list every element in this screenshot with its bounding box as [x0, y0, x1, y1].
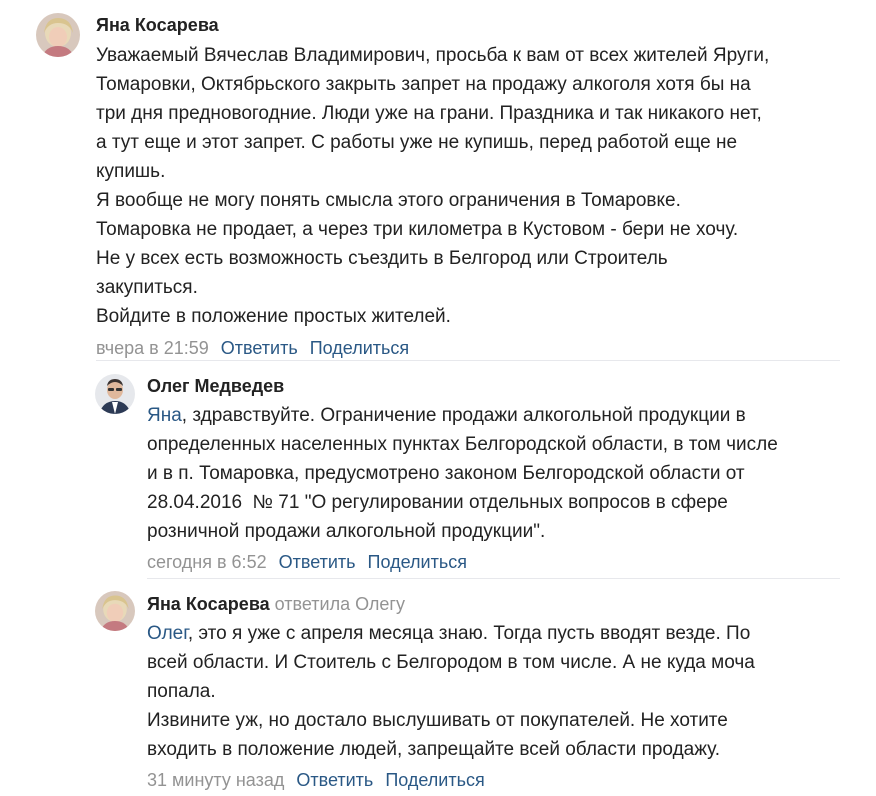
comment-line: Томаровка не продает, а через три киломе…	[96, 219, 739, 240]
comment-line: Войдите в положение простых жителей.	[96, 306, 451, 327]
comment-time[interactable]: сегодня в 6:52	[147, 552, 267, 572]
comment-line-text: , здравствуйте. Ограничение продажи алко…	[181, 405, 746, 426]
comment-text: Олег, это я уже с апреля месяца знаю. То…	[147, 619, 857, 764]
avatar[interactable]	[36, 13, 80, 57]
comment-line: всей области. И Стоитель с Белгородом в …	[147, 652, 755, 673]
comment-line: Олег, это я уже с апреля месяца знаю. То…	[147, 619, 857, 648]
avatar-photo-icon	[95, 374, 135, 414]
comment-line: розничной продажи алкогольной продукции"…	[147, 521, 546, 542]
reply-button[interactable]: Ответить	[296, 770, 373, 790]
avatar[interactable]	[95, 374, 135, 414]
comment-author[interactable]: Яна Косарева	[96, 14, 856, 36]
comment: Яна Косарева Уважаемый Вячеслав Владимир…	[96, 14, 856, 359]
reply-button[interactable]: Ответить	[221, 338, 298, 358]
comment-header: Яна Косарева ответила Олегу	[147, 593, 857, 615]
avatar-photo-icon	[36, 13, 80, 57]
comment-line: а тут еще и этот запрет. С работы уже не…	[96, 132, 738, 153]
comment-meta: 31 минуту назад Ответить Поделиться	[147, 769, 857, 791]
comment-line: Томаровки, Октябрьского закрыть запрет н…	[96, 74, 751, 95]
comment-time[interactable]: 31 минуту назад	[147, 770, 284, 790]
comment-line: Не у всех есть возможность съездить в Бе…	[96, 248, 668, 269]
reply-button[interactable]: Ответить	[279, 552, 356, 572]
comment-time[interactable]: вчера в 21:59	[96, 338, 209, 358]
avatar-photo-icon	[95, 591, 135, 631]
comment-meta: вчера в 21:59 Ответить Поделиться	[96, 337, 856, 359]
comment-line: Я вообще не могу понять смысла этого огр…	[96, 190, 681, 211]
comment-line-text: , это я уже с апреля месяца знаю. Тогда …	[187, 623, 751, 644]
comment-line: попала.	[147, 681, 216, 702]
comment-text: Яна, здравствуйте. Ограничение продажи а…	[147, 401, 857, 546]
comment-text: Уважаемый Вячеслав Владимирович, просьба…	[96, 41, 856, 331]
comment-line: закупиться.	[96, 277, 198, 298]
share-button[interactable]: Поделиться	[310, 338, 409, 358]
comment: Олег Медведев Яна, здравствуйте. Огранич…	[147, 375, 857, 573]
mention-link[interactable]: Олег	[147, 623, 188, 644]
comment: Яна Косарева ответила Олегу Олег, это я …	[147, 593, 857, 791]
comment-line: Извините уж, но достало выслушивать от п…	[147, 710, 728, 731]
comment-line: Уважаемый Вячеслав Владимирович, просьба…	[96, 45, 770, 66]
comment-line: три дня предновогодние. Люди уже на гран…	[96, 103, 762, 124]
comment-line: входить в положение людей, запрещайте вс…	[147, 739, 721, 760]
divider	[147, 578, 840, 579]
mention-link[interactable]: Яна	[147, 405, 182, 426]
comment-line: купишь.	[96, 161, 166, 182]
reply-to-label[interactable]: ответила Олегу	[275, 594, 405, 614]
share-button[interactable]: Поделиться	[385, 770, 484, 790]
divider	[96, 360, 840, 361]
avatar[interactable]	[95, 591, 135, 631]
comment-line: и в п. Томаровка, предусмотрено законом …	[147, 463, 745, 484]
comment-line: определенных населенных пунктах Белгород…	[147, 434, 778, 455]
share-button[interactable]: Поделиться	[368, 552, 467, 572]
comment-meta: сегодня в 6:52 Ответить Поделиться	[147, 551, 857, 573]
comment-line: Яна, здравствуйте. Ограничение продажи а…	[147, 401, 857, 430]
comment-author[interactable]: Яна Косарева	[147, 594, 270, 614]
comment-author[interactable]: Олег Медведев	[147, 375, 857, 397]
comment-line: 28.04.2016 № 71 "О регулировании отдельн…	[147, 492, 728, 513]
